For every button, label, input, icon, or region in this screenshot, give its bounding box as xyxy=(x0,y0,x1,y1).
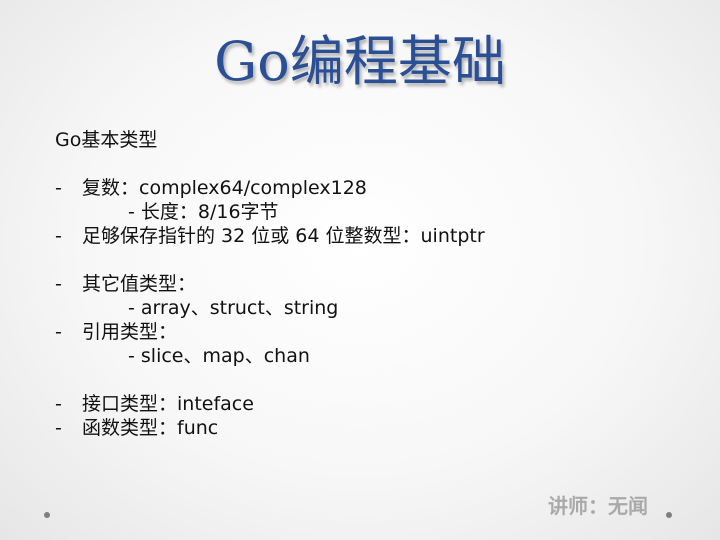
lecturer-credit: 讲师：无闻 xyxy=(548,494,648,518)
bullet-item-function-type: - 函数类型：func xyxy=(55,416,675,440)
bullet-item-interface-type: - 接口类型：inteface xyxy=(55,392,675,416)
bullet-text: 函数类型：func xyxy=(82,417,219,439)
bullet-dash: - xyxy=(55,321,62,343)
bullet-dash: - xyxy=(55,225,62,247)
sub-item-complex-length: - 长度：8/16字节 xyxy=(128,201,279,223)
slide-title: Go编程基础 xyxy=(214,30,506,93)
bullet-dash: - xyxy=(55,393,62,415)
sub-item-reference-types: - slice、map、chan xyxy=(128,345,310,367)
bullet-item-uintptr: - 足够保存指针的 32 位或 64 位整数型：uintptr xyxy=(55,224,675,248)
bullet-dash: - xyxy=(55,273,62,295)
bullet-dash: - xyxy=(55,177,62,199)
bullet-text: 接口类型：inteface xyxy=(82,393,254,415)
bullet-item-complex: - 复数：complex64/complex128 xyxy=(55,176,675,200)
section-heading: Go基本类型 xyxy=(55,129,158,151)
bullet-item-reference-types: - 引用类型： xyxy=(55,320,675,344)
bullet-text: 其它值类型： xyxy=(82,273,197,295)
bullet-text: 足够保存指针的 32 位或 64 位整数型：uintptr xyxy=(82,225,485,247)
slide-body: Go基本类型 - 复数：complex64/complex128 - 长度：8/… xyxy=(55,128,675,440)
decorative-dot-left xyxy=(44,512,50,518)
bullet-text: 引用类型： xyxy=(82,321,178,343)
decorative-dot-right xyxy=(666,512,672,518)
bullet-text: 复数：complex64/complex128 xyxy=(82,177,367,199)
sub-item-value-types: - array、struct、string xyxy=(128,297,339,319)
bullet-dash: - xyxy=(55,417,62,439)
bullet-item-other-value-types: - 其它值类型： xyxy=(55,272,675,296)
